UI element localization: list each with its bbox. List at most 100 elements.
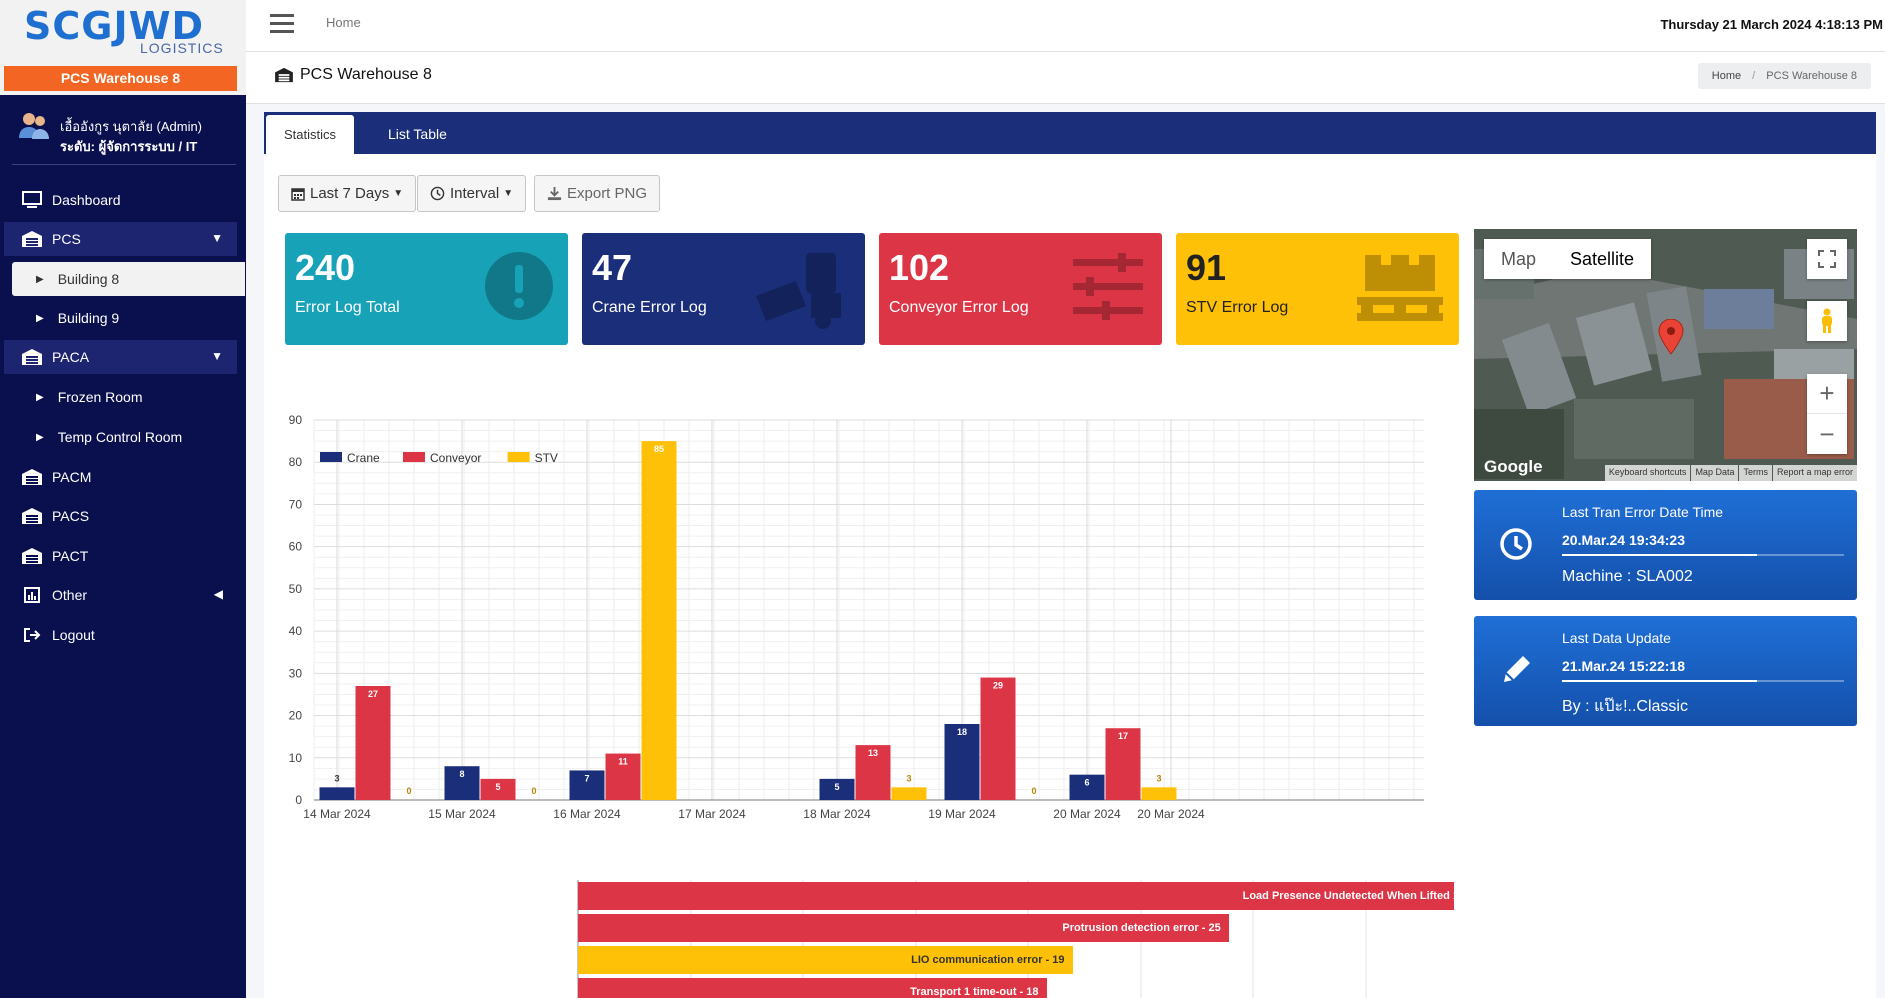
- main-content: Statistics List Table Last 7 Days ▼ Inte…: [264, 112, 1876, 998]
- card-label: Error Log Total: [295, 299, 400, 316]
- sidebar-item-building-8[interactable]: ▶ Building 8: [12, 262, 245, 296]
- x-tick-label: 18 Mar 2024: [803, 807, 871, 821]
- last-update-title: Last Data Update: [1562, 630, 1671, 646]
- sidebar-item-pacs[interactable]: PACS: [4, 499, 237, 533]
- warehouse-icon: [20, 507, 44, 525]
- data-label: 5: [834, 782, 839, 792]
- current-datetime: Thursday 21 March 2024 4:18:13 PM: [1660, 17, 1883, 32]
- legend-label: Crane: [347, 451, 380, 465]
- y-tick-label: 40: [289, 624, 303, 638]
- download-icon: [547, 186, 562, 201]
- logout-icon: [20, 627, 44, 643]
- y-tick-label: 70: [289, 497, 303, 511]
- sidebar-item-label: Frozen Room: [57, 389, 143, 405]
- sidebar-item-frozen-room[interactable]: ▶ Frozen Room: [12, 380, 245, 414]
- chevron-left-icon: ◀: [213, 587, 223, 601]
- chart-icon: [20, 587, 44, 603]
- sidebar-item-building-9[interactable]: ▶ Building 9: [12, 301, 245, 335]
- map-report-link[interactable]: Report a map error: [1772, 465, 1857, 481]
- card-crane-error: 47 Crane Error Log: [582, 233, 865, 345]
- data-label: 13: [868, 748, 878, 758]
- last-update-box: Last Data Update 21.Mar.24 15:22:18 By :…: [1474, 616, 1857, 726]
- error-type-label: Protrusion detection error - 25: [1062, 922, 1221, 934]
- map-terms-link[interactable]: Terms: [1739, 465, 1772, 481]
- chart-bar: [1141, 787, 1177, 800]
- error-type-chart: Load Presence Undetected When Lifted 1 -…: [264, 880, 1454, 998]
- sidebar-item-pcs[interactable]: PCS ▼: [4, 222, 237, 256]
- map-tab-satellite[interactable]: Satellite: [1553, 239, 1651, 279]
- sidebar: SCGJWD LOGISTICS PCS Warehouse 8 เอื้ออั…: [0, 0, 246, 998]
- sidebar-item-label: Building 9: [57, 310, 120, 326]
- map-tab-map[interactable]: Map: [1484, 239, 1553, 279]
- pegman-icon[interactable]: [1807, 301, 1847, 341]
- export-png-button[interactable]: Export PNG: [534, 175, 661, 212]
- sidebar-item-other[interactable]: Other ◀: [4, 578, 237, 612]
- hamburger-menu-icon[interactable]: [270, 14, 294, 34]
- breadcrumb-home[interactable]: Home: [1712, 70, 1741, 82]
- sidebar-item-pacm[interactable]: PACM: [4, 460, 237, 494]
- card-value: 102: [889, 247, 950, 288]
- y-tick-label: 80: [289, 455, 303, 469]
- x-tick-label: 17 Mar 2024: [678, 807, 746, 821]
- x-tick-label: 20 Mar 2024: [1053, 807, 1121, 821]
- fullscreen-icon[interactable]: [1807, 239, 1847, 279]
- exclamation-icon: [485, 252, 553, 320]
- pallet-icon: [1357, 255, 1443, 321]
- breadcrumb-separator: /: [1752, 70, 1756, 82]
- tab-statistics[interactable]: Statistics: [266, 115, 355, 154]
- y-tick-label: 50: [289, 582, 303, 596]
- user-panel: เอื้ออังกูร นุตาลัย (Admin) ระดับ: ผู้จั…: [14, 110, 240, 164]
- breadcrumb-current: PCS Warehouse 8: [1766, 70, 1857, 82]
- x-tick-label: 14 Mar 2024: [303, 807, 371, 821]
- warehouse-icon: [20, 468, 44, 486]
- zoom-in-icon[interactable]: +: [1807, 374, 1847, 414]
- data-label: 17: [1118, 731, 1128, 741]
- sidebar-item-paca[interactable]: PACA ▼: [4, 340, 237, 374]
- legend-swatch: [403, 452, 425, 462]
- data-label: 18: [957, 727, 967, 737]
- map-data-link[interactable]: Map Data: [1691, 465, 1739, 481]
- sidebar-item-dashboard[interactable]: Dashboard: [4, 183, 237, 217]
- card-value: 91: [1186, 247, 1227, 288]
- last-error-box: Last Tran Error Date Time 20.Mar.24 19:3…: [1474, 490, 1857, 600]
- logo-area: SCGJWD LOGISTICS PCS Warehouse 8: [0, 0, 246, 95]
- caret-down-icon: ▼: [393, 188, 404, 199]
- forklift-icon: [756, 253, 841, 329]
- x-tick-label: 15 Mar 2024: [428, 807, 496, 821]
- location-pin-icon[interactable]: [1658, 319, 1684, 355]
- monitor-icon: [20, 191, 44, 209]
- clock-icon: [1500, 528, 1532, 560]
- calendar-icon: [291, 187, 305, 201]
- zoom-out-icon[interactable]: −: [1807, 414, 1847, 454]
- sidebar-item-label: PACS: [52, 508, 90, 524]
- chart-bar: [980, 677, 1016, 800]
- top-bar: Home Thursday 21 March 2024 4:18:13 PM: [246, 0, 1885, 52]
- card-error-total: 240 Error Log Total: [285, 233, 568, 345]
- y-tick-label: 20: [289, 709, 303, 723]
- chart-bar: [355, 686, 391, 800]
- sidebar-item-pact[interactable]: PACT: [4, 539, 237, 573]
- clock-icon: [430, 186, 445, 201]
- date-range-dropdown[interactable]: Last 7 Days ▼: [278, 175, 417, 212]
- warehouse-icon: [20, 348, 44, 366]
- caret-down-icon: ▼: [503, 188, 514, 199]
- sidebar-item-label: Logout: [52, 627, 95, 643]
- sidebar-item-temp-control-room[interactable]: ▶ Temp Control Room: [12, 420, 245, 454]
- last-update-user: By : แป๊ะ!..Classic: [1562, 698, 1688, 715]
- satellite-map[interactable]: Map Satellite + − Google Keyboard shortc…: [1474, 229, 1857, 481]
- error-type-bar: Load Presence Undetected When Lifted 1 -…: [578, 882, 1454, 910]
- chart-bar: [891, 787, 927, 800]
- sidebar-item-logout[interactable]: Logout: [4, 618, 237, 652]
- last-error-title: Last Tran Error Date Time: [1562, 504, 1724, 520]
- chevron-down-icon: ▼: [211, 231, 223, 245]
- top-home-link[interactable]: Home: [326, 15, 361, 30]
- caret-right-icon: ▶: [36, 391, 44, 403]
- sidebar-item-label: Dashboard: [52, 192, 121, 208]
- data-label: 85: [654, 444, 664, 454]
- data-label: 8: [459, 769, 464, 779]
- error-type-bar: Transport 1 time-out - 18: [578, 978, 1047, 998]
- tab-list-table[interactable]: List Table: [370, 115, 465, 154]
- map-keyboard-shortcuts[interactable]: Keyboard shortcuts: [1604, 465, 1691, 481]
- interval-dropdown[interactable]: Interval ▼: [417, 175, 527, 212]
- data-label: 3: [1156, 773, 1161, 783]
